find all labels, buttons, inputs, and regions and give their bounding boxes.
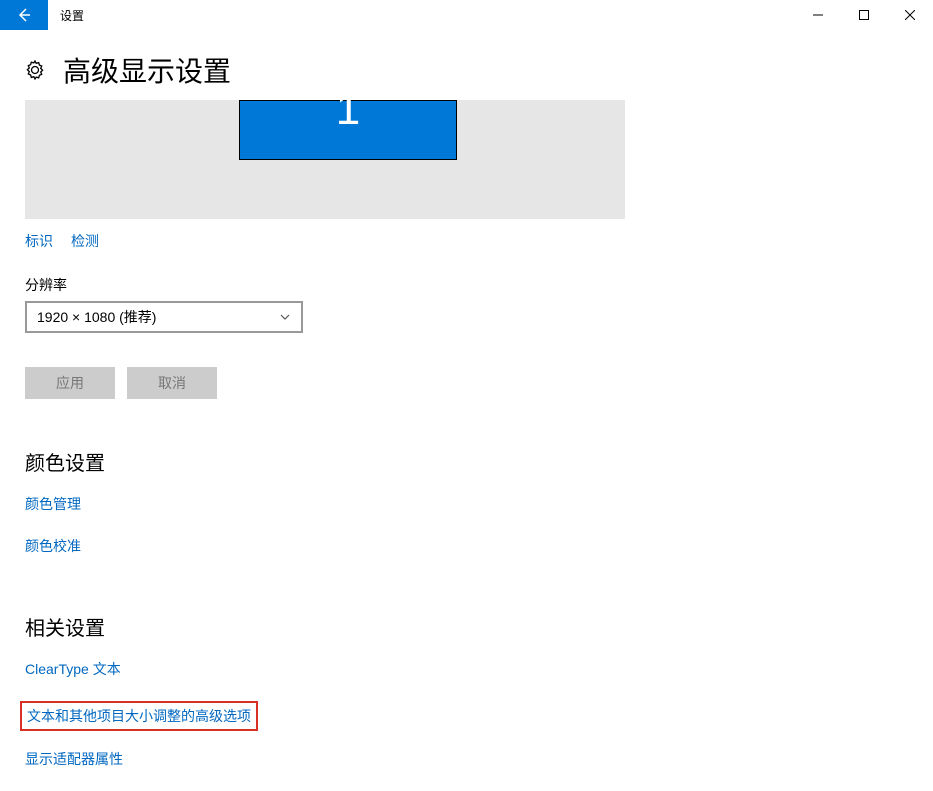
color-calibration-link[interactable]: 颜色校准: [25, 536, 81, 556]
color-settings-heading: 颜色设置: [25, 447, 908, 476]
resolution-value: 1920 × 1080 (推荐): [37, 307, 156, 327]
arrow-left-icon: [16, 7, 32, 23]
window-title: 设置: [48, 7, 795, 24]
cancel-button[interactable]: 取消: [127, 367, 217, 399]
text-sizing-advanced-link[interactable]: 文本和其他项目大小调整的高级选项: [20, 701, 258, 731]
identify-link[interactable]: 标识: [25, 231, 53, 251]
monitor-1[interactable]: 1: [239, 100, 457, 160]
cleartype-link[interactable]: ClearType 文本: [25, 659, 121, 679]
detect-link[interactable]: 检测: [71, 231, 99, 251]
maximize-icon: [859, 10, 869, 20]
chevron-down-icon: [279, 311, 291, 323]
close-button[interactable]: [887, 0, 933, 30]
resolution-dropdown[interactable]: 1920 × 1080 (推荐): [25, 301, 303, 333]
color-management-link[interactable]: 颜色管理: [25, 494, 81, 514]
related-settings-heading: 相关设置: [25, 612, 908, 641]
monitor-preview-area: 1: [25, 100, 625, 219]
maximize-button[interactable]: [841, 0, 887, 30]
minimize-button[interactable]: [795, 0, 841, 30]
back-button[interactable]: [0, 0, 48, 30]
gear-icon: [25, 60, 45, 80]
resolution-label: 分辨率: [25, 275, 908, 295]
page-title: 高级显示设置: [63, 50, 231, 90]
monitor-number: 1: [336, 85, 360, 135]
apply-button[interactable]: 应用: [25, 367, 115, 399]
close-icon: [905, 10, 915, 20]
display-adapter-properties-link[interactable]: 显示适配器属性: [25, 749, 123, 769]
minimize-icon: [813, 10, 823, 20]
